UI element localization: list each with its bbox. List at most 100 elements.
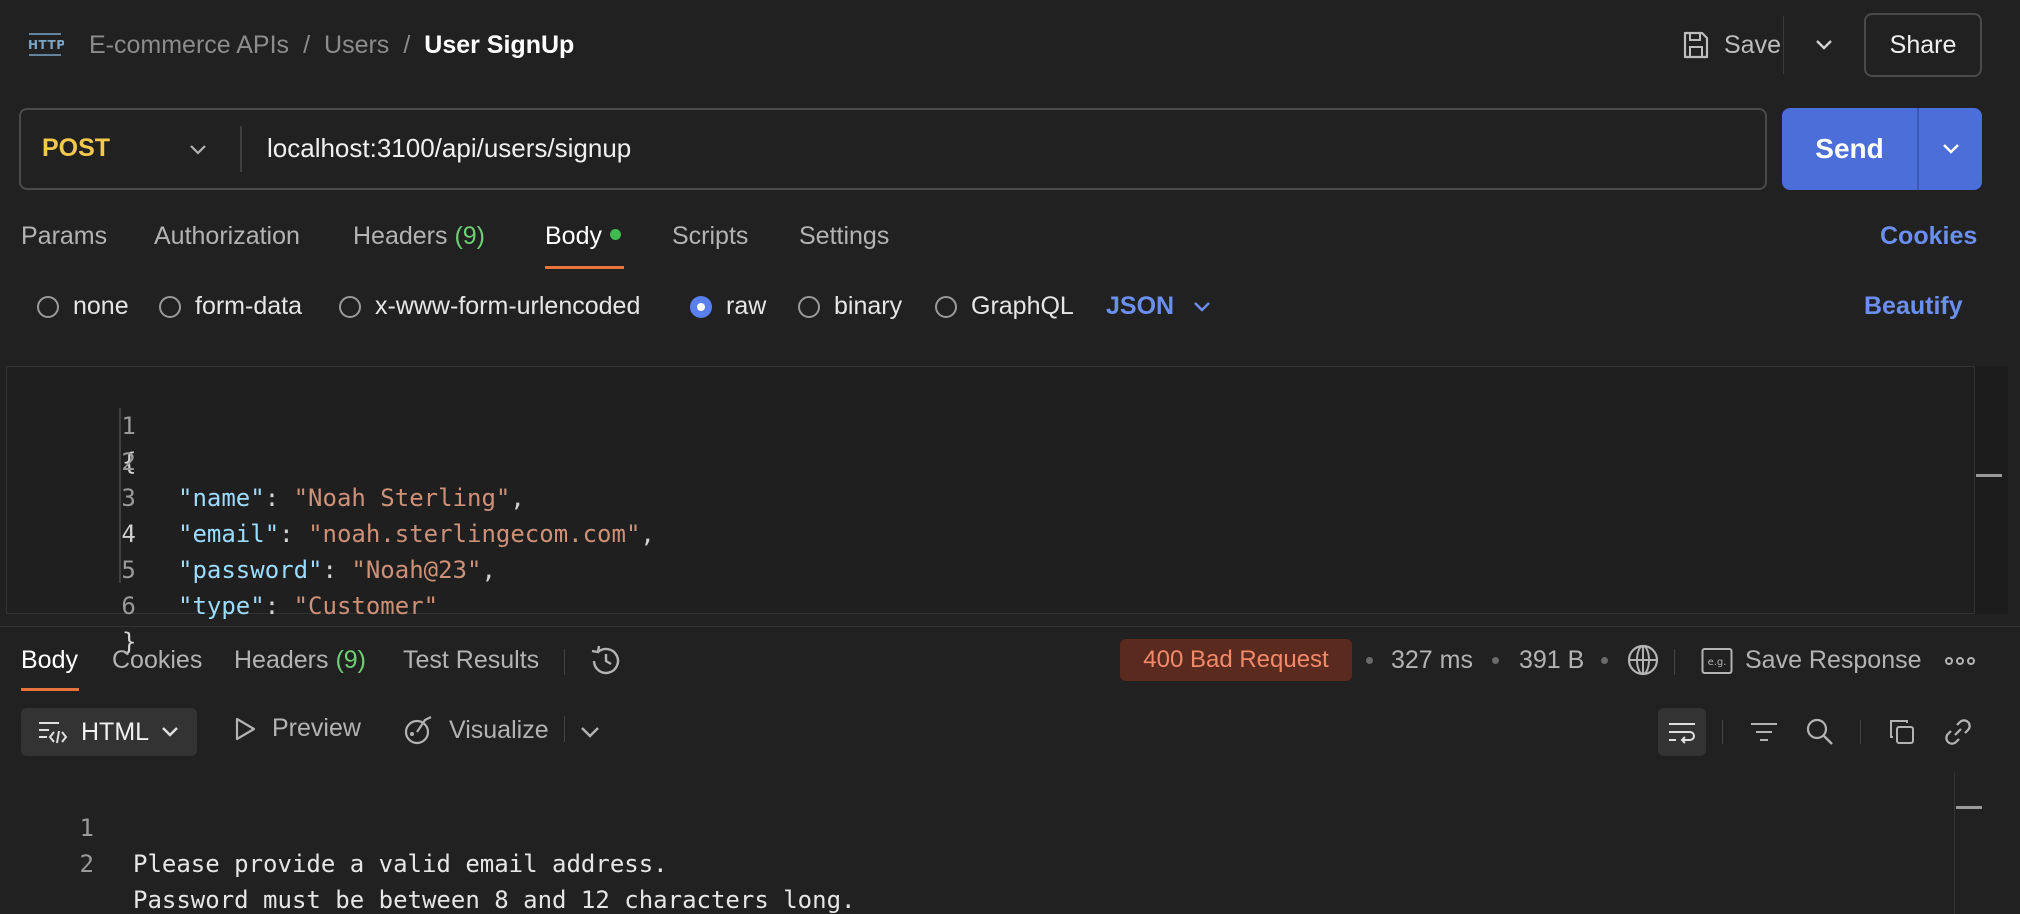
example-icon: e.g. xyxy=(1701,647,1733,675)
radio-button xyxy=(37,295,59,318)
request-name[interactable]: User SignUp xyxy=(424,31,574,60)
divider xyxy=(564,716,565,742)
link-icon xyxy=(1943,717,1973,747)
beautify-button[interactable]: Beautify xyxy=(1864,292,1963,321)
tab-authorization[interactable]: Authorization xyxy=(154,222,300,251)
copy-icon xyxy=(1887,717,1917,747)
body-type-options: none form-data x-www-form-urlencoded raw… xyxy=(0,292,1100,326)
breadcrumb-separator: / xyxy=(403,30,411,59)
globe-icon[interactable] xyxy=(1626,643,1660,677)
radio-label: GraphQL xyxy=(971,292,1074,320)
response-format-label: HTML xyxy=(81,717,150,746)
radio-label: form-data xyxy=(195,292,302,320)
breadcrumb-separator: / xyxy=(303,30,311,59)
response-format-select[interactable]: HTML xyxy=(21,708,197,756)
copy-link-button[interactable] xyxy=(1934,708,1982,756)
divider xyxy=(1722,720,1723,744)
tab-body-label: Body xyxy=(545,222,602,250)
filter-button[interactable] xyxy=(1740,708,1788,756)
preview-button[interactable]: Preview xyxy=(232,714,361,743)
http-icon: HTTP xyxy=(28,30,64,60)
active-response-tab-indicator xyxy=(21,688,79,691)
save-options-button[interactable] xyxy=(1806,26,1842,64)
history-icon[interactable] xyxy=(588,643,624,679)
chevron-down-icon xyxy=(1192,300,1212,314)
radio-form-data[interactable]: form-data xyxy=(159,292,302,321)
method-select[interactable]: POST xyxy=(42,134,110,163)
radio-raw[interactable]: raw xyxy=(690,292,766,321)
response-line: 1 Please provide a valid email address. xyxy=(0,774,1940,878)
tab-params[interactable]: Params xyxy=(21,222,107,251)
save-label: Save xyxy=(1724,30,1781,59)
radio-label: raw xyxy=(726,292,767,320)
save-response-button[interactable]: e.g. Save Response xyxy=(1701,646,1922,675)
search-icon xyxy=(1805,717,1835,747)
response-tab-cookies[interactable]: Cookies xyxy=(112,646,202,675)
response-tab-test-results[interactable]: Test Results xyxy=(403,646,539,675)
visualize-icon xyxy=(403,714,435,746)
json-key: "type" xyxy=(178,592,265,620)
chevron-down-icon xyxy=(1815,39,1833,51)
tab-scripts[interactable]: Scripts xyxy=(672,222,748,251)
radio-none[interactable]: none xyxy=(37,292,129,321)
breadcrumb-folder[interactable]: Users xyxy=(324,31,389,60)
more-icon[interactable] xyxy=(1943,646,1977,676)
response-tab-headers[interactable]: Headers (9) xyxy=(234,646,366,675)
url-input[interactable]: localhost:3100/api/users/signup xyxy=(267,133,631,164)
section-divider[interactable] xyxy=(0,626,2020,627)
response-scrollbar[interactable] xyxy=(1954,772,1984,914)
raw-format-label: JSON xyxy=(1106,292,1175,320)
response-body[interactable]: 1 Please provide a valid email address. … xyxy=(0,772,1950,914)
response-tab-body[interactable]: Body xyxy=(21,646,78,675)
wrap-lines-button[interactable] xyxy=(1658,708,1706,756)
response-tab-headers-count: (9) xyxy=(335,646,367,674)
tab-settings[interactable]: Settings xyxy=(799,222,889,251)
code-line: 1 { xyxy=(6,372,1966,476)
radio-x-www-form-urlencoded[interactable]: x-www-form-urlencoded xyxy=(339,292,640,321)
json-colon: : xyxy=(264,592,294,620)
radio-button xyxy=(935,295,957,318)
line-number: 2 xyxy=(79,850,94,878)
radio-label: none xyxy=(73,292,129,320)
radio-binary[interactable]: binary xyxy=(798,292,902,321)
chevron-down-icon[interactable] xyxy=(184,136,212,164)
response-size[interactable]: 391 B xyxy=(1519,646,1584,675)
copy-button[interactable] xyxy=(1878,708,1926,756)
breadcrumb-collection[interactable]: E-commerce APIs xyxy=(89,31,289,60)
raw-format-select[interactable]: JSON xyxy=(1106,292,1212,321)
tab-body[interactable]: Body xyxy=(545,222,621,251)
cookies-link[interactable]: Cookies xyxy=(1880,222,1977,251)
visualize-button[interactable]: Visualize xyxy=(403,714,549,746)
example-icon-label: e.g. xyxy=(1708,657,1727,668)
send-button[interactable]: Send xyxy=(1782,108,1917,190)
json-value: "Customer" xyxy=(293,592,439,620)
response-line: 2 Password must be between 8 and 12 char… xyxy=(0,810,1940,914)
status-badge[interactable]: 400 Bad Request xyxy=(1120,639,1352,681)
code-line: 3 "email": "noah.sterlingecom.com", xyxy=(6,444,1966,548)
radio-graphql[interactable]: GraphQL xyxy=(935,292,1074,321)
search-button[interactable] xyxy=(1796,708,1844,756)
code-line: 4 "password": "Noah@23", xyxy=(6,480,1966,584)
code-text: "type": "Customer" xyxy=(178,588,438,624)
divider xyxy=(1674,649,1675,675)
send-options-button[interactable] xyxy=(1917,108,1982,190)
save-divider xyxy=(1783,16,1784,74)
radio-button xyxy=(339,295,361,318)
response-time[interactable]: 327 ms xyxy=(1391,646,1473,675)
active-tab-indicator xyxy=(545,266,624,269)
code-line: 6 } xyxy=(6,552,1966,656)
breadcrumb: E-commerce APIs / Users / User SignUp xyxy=(89,26,574,64)
wrap-icon xyxy=(1666,718,1698,746)
editor-scroll-thumb[interactable] xyxy=(1976,474,2002,477)
preview-label: Preview xyxy=(272,714,361,742)
response-scroll-thumb[interactable] xyxy=(1956,806,1982,809)
save-button[interactable]: Save xyxy=(1682,22,1781,68)
chevron-down-icon xyxy=(161,726,179,738)
chevron-down-icon[interactable] xyxy=(578,718,602,746)
share-button[interactable]: Share xyxy=(1864,13,1982,77)
tab-headers[interactable]: Headers (9) xyxy=(353,222,485,251)
radio-button xyxy=(159,295,181,318)
radio-button xyxy=(798,295,820,318)
editor-scrollbar[interactable] xyxy=(1974,366,2008,614)
separator-dot xyxy=(1366,657,1373,664)
